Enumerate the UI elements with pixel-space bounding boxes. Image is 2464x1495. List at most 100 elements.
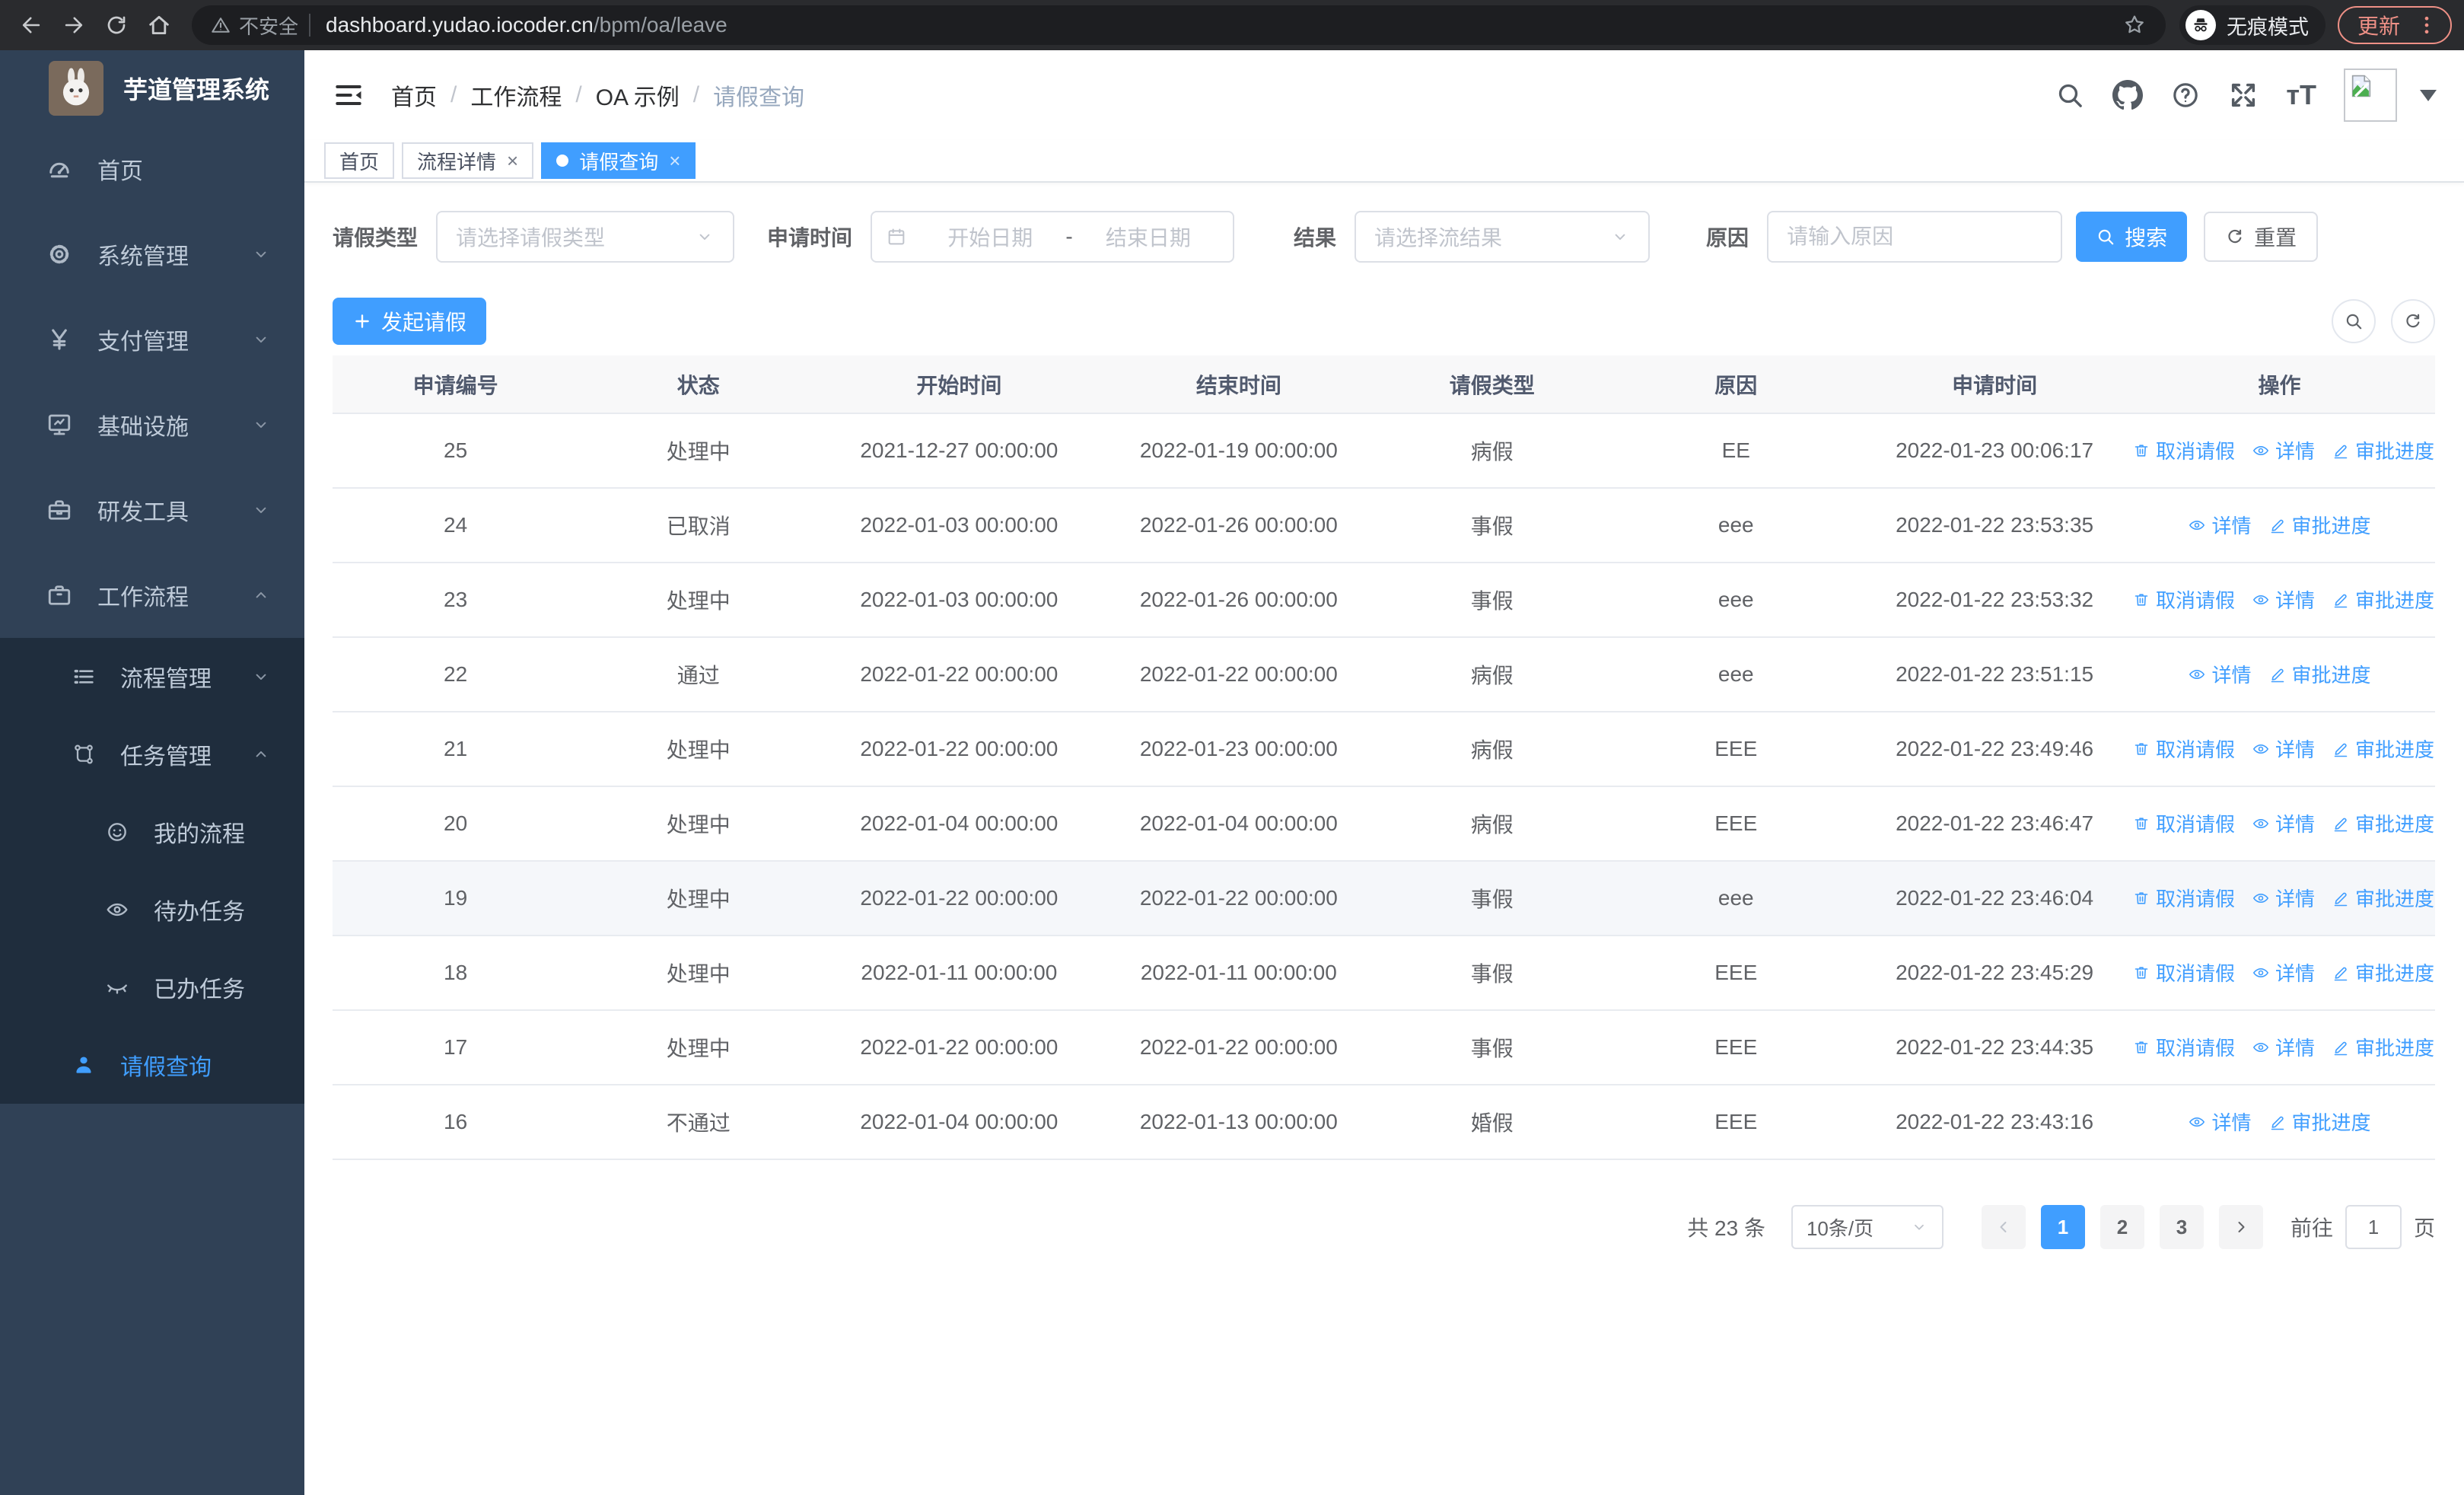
row-action-progress[interactable]: 审批进度 — [2268, 1108, 2371, 1136]
goto-page-input[interactable] — [2345, 1205, 2402, 1249]
sidebar-item-devtools[interactable]: 研发工具 — [0, 467, 304, 553]
row-action-progress[interactable]: 审批进度 — [2268, 511, 2371, 539]
view-icon — [2252, 740, 2270, 758]
leave-type-select[interactable]: 请选择请假类型 — [436, 211, 735, 263]
page-size-select[interactable]: 10条/页 — [1791, 1205, 1944, 1249]
refresh-table-button[interactable] — [2391, 299, 2435, 343]
breadcrumb-item[interactable]: 首页 — [391, 78, 437, 112]
browser-menu-icon[interactable] — [2415, 14, 2438, 37]
cell-start_time: 2022-01-22 00:00:00 — [818, 712, 1100, 787]
apply-time-range-input[interactable]: 开始日期 - 结束日期 — [871, 211, 1235, 263]
browser-reload-button[interactable] — [97, 6, 135, 44]
action-label: 详情 — [2211, 664, 2252, 687]
row-action-detail[interactable]: 详情 — [2252, 958, 2315, 987]
tab-process-detail[interactable]: 流程详情 × — [402, 142, 534, 179]
tab-close-icon[interactable]: × — [507, 151, 518, 171]
chrome-update-button[interactable]: 更新 — [2337, 6, 2452, 44]
toolbox-icon — [46, 496, 73, 524]
cell-status: 处理中 — [578, 1010, 819, 1085]
browser-back-button[interactable] — [12, 6, 50, 44]
breadcrumb-separator: / — [450, 82, 457, 107]
row-action-progress[interactable]: 审批进度 — [2268, 660, 2371, 688]
github-icon[interactable] — [2112, 80, 2144, 110]
row-action-detail[interactable]: 详情 — [2252, 809, 2315, 837]
cell-start_time: 2022-01-11 00:00:00 — [818, 936, 1100, 1011]
cell-leave_type: 病假 — [1377, 712, 1607, 787]
sidebar-item-todo-tasks[interactable]: 待办任务 — [0, 871, 304, 948]
avatar[interactable] — [2344, 69, 2397, 122]
address-bar[interactable]: 不安全 dashboard.yudao.iocoder.cn /bpm/oa/l… — [192, 5, 2166, 45]
create-leave-button[interactable]: 发起请假 — [333, 298, 487, 345]
row-action-cancel[interactable]: 取消请假 — [2132, 884, 2235, 912]
row-action-progress[interactable]: 审批进度 — [2332, 1033, 2434, 1061]
sidebar-item-done-tasks[interactable]: 已办任务 — [0, 948, 304, 1026]
sidebar-item-system[interactable]: 系统管理 — [0, 212, 304, 297]
font-size-icon[interactable]: ᴛT — [2286, 79, 2316, 111]
row-action-progress[interactable]: 审批进度 — [2332, 585, 2434, 614]
prev-page-button[interactable] — [1981, 1205, 2026, 1249]
row-action-cancel[interactable]: 取消请假 — [2132, 436, 2235, 464]
row-action-detail[interactable]: 详情 — [2188, 1108, 2252, 1136]
bookmark-star-icon[interactable] — [2122, 12, 2147, 38]
row-action-detail[interactable]: 详情 — [2188, 511, 2252, 539]
row-action-progress[interactable]: 审批进度 — [2332, 735, 2434, 763]
table-body: 25 处理中 2021-12-27 00:00:00 2022-01-19 00:00… — [333, 413, 2435, 1160]
page-1-button[interactable]: 1 — [2040, 1205, 2085, 1249]
row-action-cancel[interactable]: 取消请假 — [2132, 585, 2235, 614]
tab-home[interactable]: 首页 — [324, 142, 395, 179]
row-action-detail[interactable]: 详情 — [2252, 1033, 2315, 1061]
row-action-progress[interactable]: 审批进度 — [2332, 436, 2434, 464]
row-action-progress[interactable]: 审批进度 — [2332, 958, 2434, 987]
row-action-progress[interactable]: 审批进度 — [2332, 884, 2434, 912]
cell-apply_time: 2022-01-22 23:49:46 — [1865, 712, 2125, 787]
tab-label: 请假查询 — [579, 150, 659, 174]
row-action-detail[interactable]: 详情 — [2252, 436, 2315, 464]
sidebar-item-process-mgmt[interactable]: 流程管理 — [0, 638, 304, 716]
chevron-right-icon — [2232, 1218, 2250, 1236]
refresh-icon — [2225, 227, 2245, 247]
collapse-menu-icon[interactable] — [332, 78, 365, 112]
reason-input[interactable] — [1767, 211, 2063, 263]
breadcrumb-item[interactable]: OA 示例 — [596, 78, 680, 112]
search-button[interactable]: 搜索 — [2076, 212, 2188, 262]
security-label: 不安全 — [239, 14, 299, 38]
row-action-detail[interactable]: 详情 — [2252, 884, 2315, 912]
page-3-button[interactable]: 3 — [2159, 1205, 2204, 1249]
sidebar-item-infra[interactable]: 基础设施 — [0, 382, 304, 467]
row-action-detail[interactable]: 详情 — [2252, 585, 2315, 614]
result-select[interactable]: 请选择流结果 — [1355, 211, 1651, 263]
tab-close-icon[interactable]: × — [669, 151, 680, 171]
chevron-down-icon — [251, 330, 271, 349]
row-action-detail[interactable]: 详情 — [2252, 735, 2315, 763]
column-header: 请假类型 — [1377, 355, 1607, 414]
fullscreen-icon[interactable] — [2228, 80, 2259, 110]
row-action-cancel[interactable]: 取消请假 — [2132, 958, 2235, 987]
browser-home-button[interactable] — [140, 6, 178, 44]
row-action-progress[interactable]: 审批进度 — [2332, 809, 2434, 837]
sidebar-item-payment[interactable]: 支付管理 — [0, 297, 304, 382]
row-action-detail[interactable]: 详情 — [2188, 660, 2252, 688]
browser-forward-button[interactable] — [55, 6, 93, 44]
sidebar-item-workflow[interactable]: 工作流程 — [0, 553, 304, 638]
sidebar-item-task-mgmt[interactable]: 任务管理 — [0, 716, 304, 793]
sidebar-item-home[interactable]: 首页 — [0, 126, 304, 212]
search-icon[interactable] — [2055, 80, 2085, 110]
cell-reason: EE — [1606, 413, 1866, 489]
next-page-button[interactable] — [2218, 1205, 2263, 1249]
toggle-search-button[interactable] — [2332, 299, 2376, 343]
action-label: 详情 — [2275, 813, 2316, 837]
breadcrumb-item[interactable]: 工作流程 — [470, 78, 562, 112]
row-action-cancel[interactable]: 取消请假 — [2132, 809, 2235, 837]
cell-start_time: 2022-01-04 00:00:00 — [818, 1085, 1100, 1160]
sidebar-item-my-process[interactable]: 我的流程 — [0, 793, 304, 871]
cell-id: 23 — [333, 563, 579, 638]
sidebar-item-leave-query[interactable]: 请假查询 — [0, 1026, 304, 1104]
column-header: 操作 — [2124, 355, 2435, 414]
page-2-button[interactable]: 2 — [2099, 1205, 2144, 1249]
avatar-caret-icon[interactable] — [2420, 89, 2437, 101]
row-action-cancel[interactable]: 取消请假 — [2132, 735, 2235, 763]
tab-leave-query[interactable]: 请假查询 × — [541, 142, 696, 179]
row-action-cancel[interactable]: 取消请假 — [2132, 1033, 2235, 1061]
reset-button[interactable]: 重置 — [2204, 212, 2319, 262]
help-icon[interactable] — [2170, 80, 2201, 110]
